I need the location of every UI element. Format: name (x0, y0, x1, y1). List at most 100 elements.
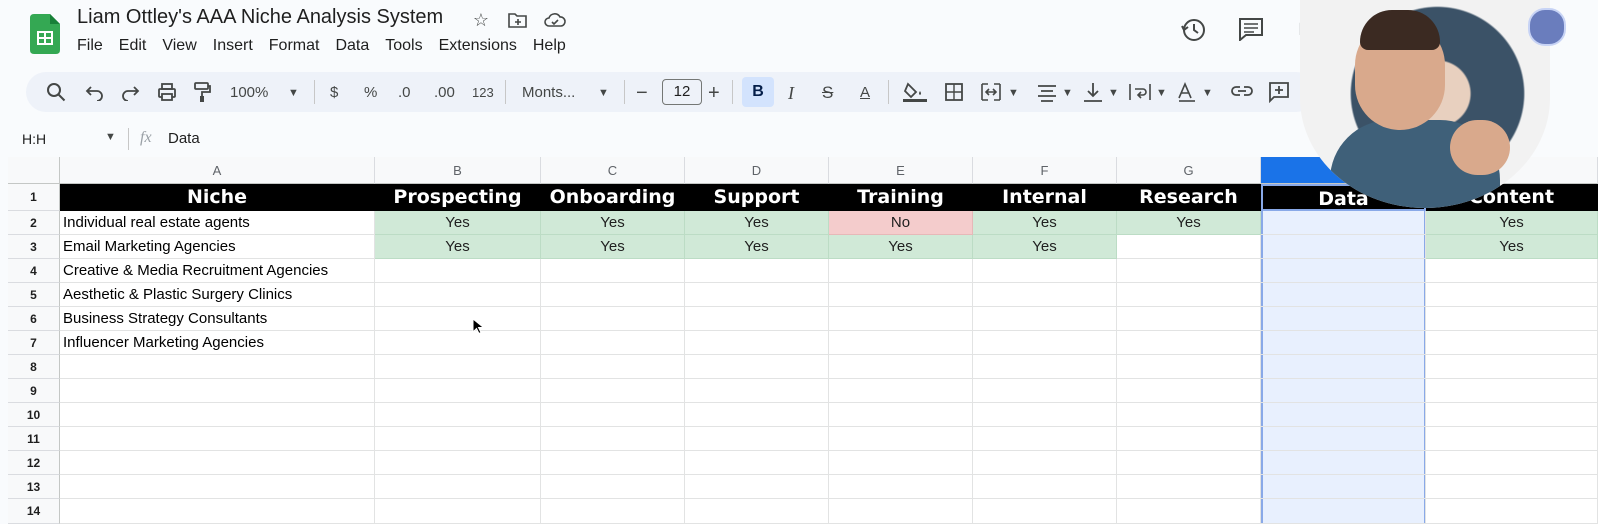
account-avatar[interactable] (1528, 8, 1566, 46)
table-cell[interactable] (1117, 427, 1261, 451)
merge-chevron-icon[interactable]: ▼ (1008, 82, 1019, 104)
column-header[interactable]: C (541, 157, 685, 184)
document-title[interactable]: Liam Ottley's AAA Niche Analysis System (77, 6, 443, 29)
niche-cell[interactable] (60, 451, 375, 475)
table-cell[interactable] (685, 475, 829, 499)
text-rotation-icon[interactable] (1176, 81, 1198, 103)
table-cell[interactable] (1117, 451, 1261, 475)
table-cell[interactable] (1261, 259, 1426, 283)
table-cell[interactable] (829, 355, 973, 379)
table-cell[interactable] (1261, 235, 1426, 259)
header-cell[interactable]: Support (685, 184, 829, 211)
row-header[interactable]: 7 (8, 331, 60, 355)
table-cell[interactable] (685, 259, 829, 283)
table-cell[interactable] (375, 403, 541, 427)
table-cell[interactable] (1261, 475, 1426, 499)
table-cell[interactable] (541, 427, 685, 451)
table-cell[interactable]: Yes (829, 235, 973, 259)
niche-cell[interactable] (60, 499, 375, 524)
name-box[interactable]: H:H (22, 131, 46, 147)
table-cell[interactable] (829, 307, 973, 331)
table-cell[interactable] (973, 331, 1117, 355)
column-header[interactable]: A (60, 157, 375, 184)
more-formats-button[interactable]: 123 (472, 82, 494, 104)
table-cell[interactable] (1261, 307, 1426, 331)
table-cell[interactable] (973, 451, 1117, 475)
column-header[interactable]: G (1117, 157, 1261, 184)
table-cell[interactable]: Yes (1117, 211, 1261, 235)
horizontal-align-icon[interactable] (1036, 82, 1058, 102)
table-cell[interactable]: Yes (973, 235, 1117, 259)
row-header[interactable]: 12 (8, 451, 60, 475)
align-chevron-icon[interactable]: ▼ (1062, 82, 1073, 104)
menu-extensions[interactable]: Extensions (439, 37, 517, 57)
menu-insert[interactable]: Insert (213, 37, 253, 57)
table-cell[interactable] (829, 331, 973, 355)
table-cell[interactable] (1426, 307, 1598, 331)
menu-view[interactable]: View (162, 37, 196, 57)
table-cell[interactable] (829, 475, 973, 499)
table-cell[interactable] (541, 307, 685, 331)
insert-link-icon[interactable] (1230, 83, 1254, 99)
zoom-chevron-icon[interactable]: ▼ (288, 82, 299, 104)
menu-format[interactable]: Format (269, 37, 320, 57)
table-cell[interactable] (973, 355, 1117, 379)
table-cell[interactable] (541, 475, 685, 499)
niche-cell[interactable]: Aesthetic & Plastic Surgery Clinics (60, 283, 375, 307)
row-header[interactable]: 3 (8, 235, 60, 259)
menu-help[interactable]: Help (533, 37, 566, 57)
strikethrough-icon[interactable]: S (822, 82, 833, 104)
merge-cells-icon[interactable] (980, 82, 1002, 102)
table-cell[interactable] (1426, 451, 1598, 475)
print-icon[interactable] (157, 82, 177, 102)
table-cell[interactable] (1261, 403, 1426, 427)
table-cell[interactable]: Yes (685, 235, 829, 259)
font-family-select[interactable]: Monts... (522, 82, 575, 104)
table-cell[interactable]: Yes (1426, 235, 1598, 259)
decrease-font-size-icon[interactable]: − (636, 82, 648, 104)
table-cell[interactable] (1261, 331, 1426, 355)
table-cell[interactable] (375, 451, 541, 475)
table-cell[interactable] (973, 427, 1117, 451)
niche-cell[interactable]: Influencer Marketing Agencies (60, 331, 375, 355)
table-cell[interactable] (685, 403, 829, 427)
percent-button[interactable]: % (364, 82, 377, 104)
table-cell[interactable] (973, 499, 1117, 524)
row-header[interactable]: 4 (8, 259, 60, 283)
table-cell[interactable] (375, 331, 541, 355)
table-cell[interactable] (685, 355, 829, 379)
table-cell[interactable] (541, 403, 685, 427)
table-cell[interactable] (541, 355, 685, 379)
row-header[interactable]: 11 (8, 427, 60, 451)
bold-button[interactable]: B (742, 77, 774, 107)
table-cell[interactable] (685, 427, 829, 451)
undo-icon[interactable] (85, 83, 105, 101)
table-cell[interactable] (1117, 259, 1261, 283)
table-cell[interactable] (375, 307, 541, 331)
table-cell[interactable] (685, 379, 829, 403)
header-cell[interactable]: Internal (973, 184, 1117, 211)
select-all-corner[interactable] (8, 157, 60, 184)
table-cell[interactable] (1117, 235, 1261, 259)
table-cell[interactable] (1117, 403, 1261, 427)
table-cell[interactable] (375, 427, 541, 451)
fill-color-icon[interactable] (902, 80, 928, 104)
comments-icon[interactable] (1238, 17, 1264, 41)
rotation-chevron-icon[interactable]: ▼ (1202, 82, 1213, 104)
name-box-chevron-icon[interactable]: ▼ (105, 131, 116, 143)
table-cell[interactable]: No (829, 211, 973, 235)
table-cell[interactable] (1426, 259, 1598, 283)
table-cell[interactable] (541, 379, 685, 403)
table-cell[interactable] (541, 259, 685, 283)
table-cell[interactable] (541, 331, 685, 355)
move-to-folder-icon[interactable] (508, 11, 528, 29)
table-cell[interactable] (1426, 403, 1598, 427)
column-header[interactable]: D (685, 157, 829, 184)
table-cell[interactable] (1261, 355, 1426, 379)
table-cell[interactable] (1426, 379, 1598, 403)
table-cell[interactable] (541, 451, 685, 475)
table-cell[interactable] (1117, 283, 1261, 307)
table-cell[interactable] (375, 259, 541, 283)
niche-cell[interactable] (60, 403, 375, 427)
table-cell[interactable] (1117, 379, 1261, 403)
